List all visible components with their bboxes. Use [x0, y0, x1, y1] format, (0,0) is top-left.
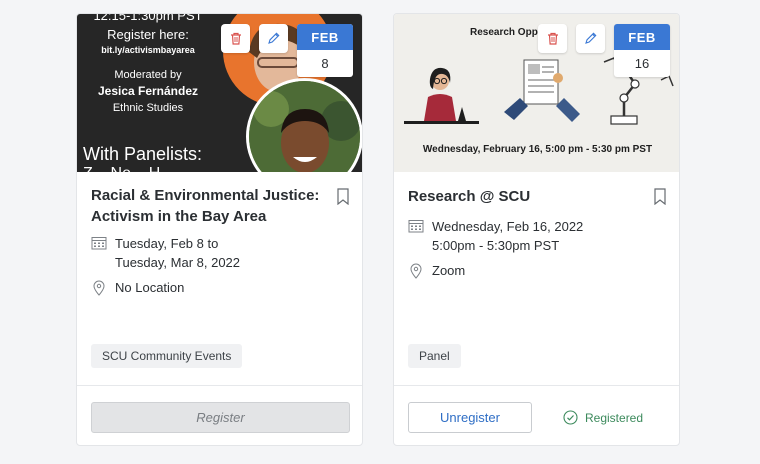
promo-moderated-by: Moderated by	[114, 69, 182, 81]
event-date: Wednesday, Feb 16, 2022 5:00pm - 5:30pm …	[408, 217, 583, 255]
delete-button[interactable]	[538, 24, 567, 53]
promo-link: bit.ly/activismbayarea	[101, 45, 195, 55]
register-button[interactable]: Register	[91, 402, 350, 433]
pencil-icon	[585, 32, 597, 44]
unregister-button[interactable]: Unregister	[408, 402, 532, 433]
event-cover-image[interactable]: Research Oppor...s Wednesday, February 1…	[394, 14, 679, 172]
event-location-text: No Location	[115, 280, 185, 295]
researcher-illustration	[404, 67, 479, 124]
event-date-line-1: Tuesday, Feb 8 to	[115, 236, 219, 251]
promo-department: Ethnic Studies	[112, 102, 184, 114]
date-badge-month: FEB	[297, 24, 353, 50]
promo-panelists: With Panelists:	[83, 144, 203, 164]
delete-button[interactable]	[221, 24, 250, 53]
trash-icon	[230, 32, 241, 45]
promo-moderator: Jesica Fernández	[97, 84, 199, 98]
event-category-tag: Panel	[408, 344, 461, 368]
edit-button[interactable]	[259, 24, 288, 53]
date-badge-day: 16	[634, 56, 650, 71]
promo-date-text: Wednesday, February 16, 5:00 pm - 5:30 p…	[422, 144, 653, 155]
event-location: Zoom	[408, 261, 465, 280]
registered-status: Registered	[563, 410, 643, 425]
card-divider	[77, 385, 362, 386]
event-location: No Location	[91, 278, 184, 297]
event-title[interactable]: Racial & Environmental Justice: Activism…	[91, 185, 326, 227]
event-location-text: Zoom	[432, 263, 466, 278]
promo-register-here: Register here:	[107, 27, 189, 42]
check-circle-icon	[563, 410, 578, 425]
bookmark-icon	[337, 188, 349, 206]
registered-status-text: Registered	[585, 410, 644, 425]
event-date: Tuesday, Feb 8 to Tuesday, Mar 8, 2022	[91, 234, 240, 272]
map-pin-icon	[93, 280, 105, 296]
promo-panelist-names: Z... Ne... H...	[83, 164, 243, 172]
event-date-line-2: 5:00pm - 5:30pm PST	[432, 238, 560, 253]
bookmark-icon	[654, 188, 666, 206]
calendar-icon	[91, 237, 107, 250]
edit-button[interactable]	[576, 24, 605, 53]
date-badge-day: 8	[321, 56, 329, 71]
bookmark-button[interactable]	[654, 188, 666, 210]
event-title[interactable]: Research @ SCU	[408, 186, 643, 207]
trash-icon	[547, 32, 558, 45]
event-date-line-2: Tuesday, Mar 8, 2022	[115, 255, 241, 270]
date-badge: FEB 16	[614, 24, 670, 77]
event-category-tag: SCU Community Events	[91, 344, 243, 368]
map-pin-icon	[410, 263, 422, 279]
event-date-line-1: Wednesday, Feb 16, 2022	[432, 219, 584, 234]
documents-illustration	[504, 59, 580, 122]
bookmark-button[interactable]	[337, 188, 349, 210]
promo-time: 12:15-1:30pm PST	[93, 14, 203, 23]
event-cover-image[interactable]: 12:15-1:30pm PST Register here: bit.ly/a…	[77, 14, 362, 172]
card-divider	[394, 385, 679, 386]
date-badge: FEB 8	[297, 24, 353, 77]
event-card-racial-justice[interactable]: 12:15-1:30pm PST Register here: bit.ly/a…	[76, 13, 363, 446]
date-badge-month: FEB	[614, 24, 670, 50]
pencil-icon	[268, 32, 280, 44]
event-card-research-scu[interactable]: Research Oppor...s Wednesday, February 1…	[393, 13, 680, 446]
calendar-icon	[408, 220, 424, 233]
